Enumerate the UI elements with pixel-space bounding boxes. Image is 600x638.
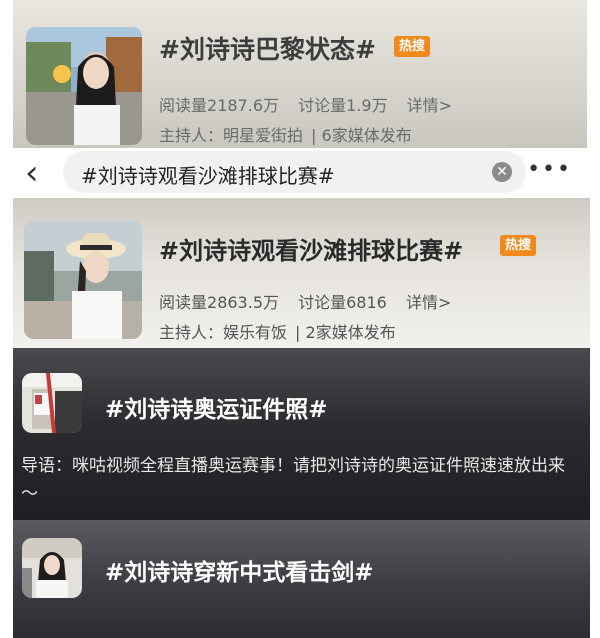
search-input[interactable]: #刘诗诗观看沙滩排球比赛# ✕ <box>63 151 526 193</box>
topic-host-line: 主持人：明星爱街拍 | 6家媒体发布 <box>159 122 426 146</box>
topic-thumbnail <box>26 27 142 145</box>
topic-thumbnail <box>22 538 82 598</box>
media-count: | 6家媒体发布 <box>311 126 412 145</box>
discuss-value: 1.9万 <box>346 96 388 115</box>
topic-thumbnail <box>22 373 82 433</box>
topic-thumbnail <box>24 221 142 339</box>
topic-title[interactable]: #刘诗诗穿新中式看击剑# <box>105 553 374 587</box>
more-icon[interactable]: ••• <box>527 157 572 182</box>
topic-title[interactable]: #刘诗诗巴黎状态# <box>159 30 376 66</box>
topic-title[interactable]: #刘诗诗观看沙滩排球比赛# <box>159 231 463 266</box>
chevron-left-icon[interactable]: ‹ <box>25 156 39 190</box>
discuss-value: 6816 <box>346 293 387 312</box>
reads-value: 2863.5万 <box>207 293 280 312</box>
reads-value: 2187.6万 <box>207 96 280 115</box>
topic-title[interactable]: #刘诗诗奥运证件照# <box>105 390 328 424</box>
hot-badge: 热搜 <box>500 235 537 256</box>
topic-card-volleyball[interactable]: #刘诗诗观看沙滩排球比赛# 热搜 阅读量2863.5万 讨论量6816 详情> … <box>13 198 590 348</box>
topic-card-olympic-id[interactable]: #刘诗诗奥运证件照# 导语：咪咕视频全程直播奥运赛事！请把刘诗诗的奥运证件照速速… <box>13 348 590 520</box>
host-name[interactable]: 娱乐有饭 <box>223 323 287 342</box>
media-count: | 2家媒体发布 <box>295 323 396 342</box>
host-name[interactable]: 明星爱街拍 <box>223 126 303 145</box>
topic-stats: 阅读量2187.6万 讨论量1.9万 详情> <box>159 92 466 116</box>
host-label: 主持人： <box>159 323 224 342</box>
reads-label: 阅读量 <box>159 96 208 115</box>
details-link[interactable]: 详情> <box>407 96 452 115</box>
hot-badge: 热搜 <box>394 36 431 57</box>
topic-stats: 阅读量2863.5万 讨论量6816 详情> <box>159 289 465 313</box>
search-bar: ‹ #刘诗诗观看沙滩排球比赛# ✕ ••• <box>13 148 590 198</box>
topic-intro: 导语：咪咕视频全程直播奥运赛事！请把刘诗诗的奥运证件照速速放出来～ <box>21 456 565 504</box>
search-query: #刘诗诗观看沙滩排球比赛# <box>81 164 335 188</box>
host-label: 主持人： <box>159 126 224 145</box>
clear-icon[interactable]: ✕ <box>492 162 512 182</box>
discuss-label: 讨论量 <box>298 96 347 115</box>
discuss-label: 讨论量 <box>298 293 347 312</box>
topic-card-paris[interactable]: #刘诗诗巴黎状态# 热搜 阅读量2187.6万 讨论量1.9万 详情> 主持人：… <box>13 0 587 150</box>
details-link[interactable]: 详情> <box>406 293 451 312</box>
topic-host-line: 主持人：娱乐有饭 | 2家媒体发布 <box>159 319 410 343</box>
reads-label: 阅读量 <box>159 293 208 312</box>
topic-card-fencing[interactable]: #刘诗诗穿新中式看击剑# <box>13 520 590 638</box>
